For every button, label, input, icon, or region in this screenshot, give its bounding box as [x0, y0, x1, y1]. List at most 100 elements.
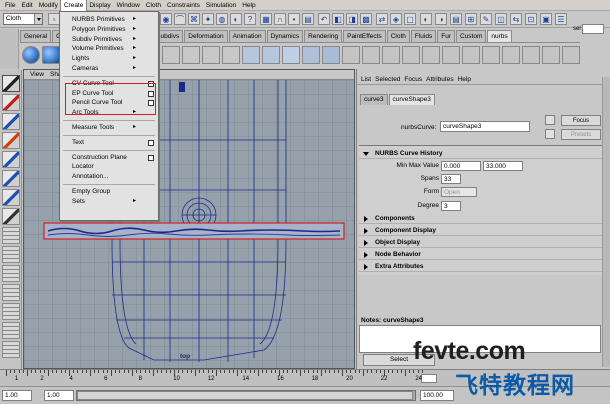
snap-grid-icon[interactable]: ▦ — [260, 13, 272, 25]
attribute-editor-scrollbar[interactable] — [602, 77, 610, 367]
create-menu-item-annotation[interactable]: Annotation... — [60, 172, 158, 182]
shelf-tab-fluids[interactable]: Fluids — [410, 30, 437, 42]
section-extra-attributes[interactable]: Extra Attributes — [359, 262, 605, 272]
shelf-tab-cloth[interactable]: Cloth — [386, 30, 410, 42]
ep-curve-icon[interactable] — [202, 46, 220, 64]
render-icon[interactable]: ◧ — [332, 13, 344, 25]
presets-button[interactable]: Presets — [561, 129, 601, 140]
menu-simulation[interactable]: Simulation — [203, 0, 239, 11]
create-menu-item-cameras[interactable]: Cameras ▸ — [60, 64, 158, 74]
square-icon[interactable] — [162, 46, 180, 64]
range-thumb[interactable] — [77, 391, 413, 400]
input-output-icon[interactable]: ⇄ — [376, 13, 388, 25]
shelf-tab-animation[interactable]: Animation — [228, 30, 266, 42]
offset-icon[interactable] — [502, 46, 520, 64]
loft-icon[interactable] — [242, 46, 260, 64]
sculpt-icon[interactable] — [562, 46, 580, 64]
attr-tab-curveshape3[interactable]: curveShape3 — [388, 94, 435, 105]
selection-input[interactable] — [582, 24, 604, 34]
stitch-icon[interactable] — [542, 46, 560, 64]
end-range-field[interactable]: 100.00 — [420, 390, 454, 401]
current-time-field[interactable] — [421, 374, 437, 383]
hypershade-icon[interactable] — [2, 303, 20, 320]
viewport-menu-view[interactable]: View — [27, 71, 47, 78]
planar-icon[interactable] — [282, 46, 300, 64]
section-components[interactable]: Components — [359, 214, 605, 224]
max-value-field[interactable]: 33.000 — [483, 161, 523, 171]
create-menu-item-text[interactable]: Text — [60, 138, 158, 148]
section-component-display[interactable]: Component Display — [359, 226, 605, 236]
cv-curve-icon[interactable] — [182, 46, 200, 64]
menu-window[interactable]: Window — [114, 0, 143, 11]
make-live-icon[interactable]: ◈ — [390, 13, 402, 25]
create-menu-item-empty-group[interactable]: Empty Group — [60, 187, 158, 197]
snap-curve-icon[interactable]: ∩ — [274, 13, 286, 25]
shelf-tab-fur[interactable]: Fur — [437, 30, 455, 42]
attr-menu-focus[interactable]: Focus — [402, 76, 424, 83]
focus-button[interactable]: Focus — [561, 115, 601, 126]
status-tool-icon[interactable]: ⇆ — [510, 13, 522, 25]
render-view-icon[interactable] — [2, 322, 20, 339]
nurbs-sphere-icon[interactable] — [22, 46, 40, 64]
bevel-icon[interactable] — [322, 46, 340, 64]
toggle-panel-icon[interactable]: ▢ — [404, 13, 416, 25]
select-joint-icon[interactable]: ◉ — [160, 13, 172, 25]
snap-point-icon[interactable]: • — [288, 13, 300, 25]
min-value-field[interactable]: 0.000 — [441, 161, 481, 171]
manipulator-icon[interactable] — [2, 189, 20, 206]
option-box-icon[interactable] — [148, 139, 154, 146]
shelf-tab-general[interactable]: General — [20, 30, 52, 42]
rebuild-icon[interactable] — [382, 46, 400, 64]
status-tool-icon[interactable]: ☰ — [555, 13, 567, 25]
status-tool-icon[interactable]: ◑ — [435, 13, 447, 25]
untrim-icon[interactable] — [442, 46, 460, 64]
layout-icon[interactable] — [2, 341, 20, 358]
reverse-icon[interactable] — [402, 46, 420, 64]
attr-menu-help[interactable]: Help — [456, 76, 473, 83]
chevron-down-icon[interactable] — [34, 14, 42, 24]
spans-field[interactable]: 33 — [441, 174, 461, 184]
render-globals-icon[interactable]: ▩ — [360, 13, 372, 25]
status-tool-icon[interactable]: ⊞ — [465, 13, 477, 25]
shelf-tab-nurbs[interactable]: nurbs — [487, 30, 512, 42]
menu-set-select[interactable]: Cloth — [3, 13, 43, 25]
menu-edit[interactable]: Edit — [18, 0, 35, 11]
create-menu-item-polygon-primitives[interactable]: Polygon Primitives ▸ — [60, 25, 158, 35]
shelf-tab-painteffects[interactable]: PaintEffects — [343, 30, 386, 42]
select-deform-icon[interactable]: ✦ — [202, 13, 214, 25]
fillet-icon[interactable] — [522, 46, 540, 64]
shelf-side-buttons[interactable] — [0, 29, 19, 69]
focus-arrow-icon[interactable] — [545, 115, 555, 125]
select-render-icon[interactable]: ◐ — [230, 13, 242, 25]
status-tool-icon[interactable]: ⊡ — [525, 13, 537, 25]
menu-help[interactable]: Help — [239, 0, 258, 11]
attr-menu-list[interactable]: List — [359, 76, 373, 83]
degree-field[interactable]: 3 — [441, 201, 461, 211]
revolve-icon[interactable] — [262, 46, 280, 64]
presets-arrow-icon[interactable] — [545, 129, 555, 139]
select-curve-icon[interactable]: ⌒ — [174, 13, 186, 25]
persp-outliner-icon[interactable] — [2, 265, 20, 282]
option-box-icon[interactable] — [148, 154, 154, 161]
attach-icon[interactable] — [342, 46, 360, 64]
create-menu-item-volume-primitives[interactable]: Volume Primitives ▸ — [60, 44, 158, 54]
menu-display[interactable]: Display — [86, 0, 113, 11]
status-tool-icon[interactable]: ✎ — [480, 13, 492, 25]
menu-file[interactable]: File — [2, 0, 18, 11]
section-nurbs-curve-history[interactable]: NURBS Curve History — [359, 149, 605, 159]
create-menu-item-nurbs-primitives[interactable]: NURBS Primitives ▸ — [60, 15, 158, 25]
pencil-curve-icon[interactable] — [222, 46, 240, 64]
create-menu-item-subdiv-primitives[interactable]: Subdiv Primitives ▸ — [60, 35, 158, 45]
create-menu-item-measure-tools[interactable]: Measure Tools ▸ — [60, 123, 158, 133]
create-menu-item-sets[interactable]: Sets ▸ — [60, 197, 158, 207]
shelf-tab-dynamics[interactable]: Dynamics — [266, 30, 304, 42]
lasso-tool-icon[interactable] — [2, 94, 20, 111]
start-time-field[interactable]: 1.00 — [2, 390, 32, 401]
menu-modify[interactable]: Modify — [36, 0, 61, 11]
move-tool-icon[interactable] — [2, 132, 20, 149]
nurbs-cube-icon[interactable] — [42, 46, 60, 64]
trim-icon[interactable] — [422, 46, 440, 64]
create-menu-item-construction-plane[interactable]: Construction Plane — [60, 153, 158, 163]
menu-constraints[interactable]: Constraints — [164, 0, 203, 11]
form-select[interactable]: Open — [441, 187, 477, 197]
